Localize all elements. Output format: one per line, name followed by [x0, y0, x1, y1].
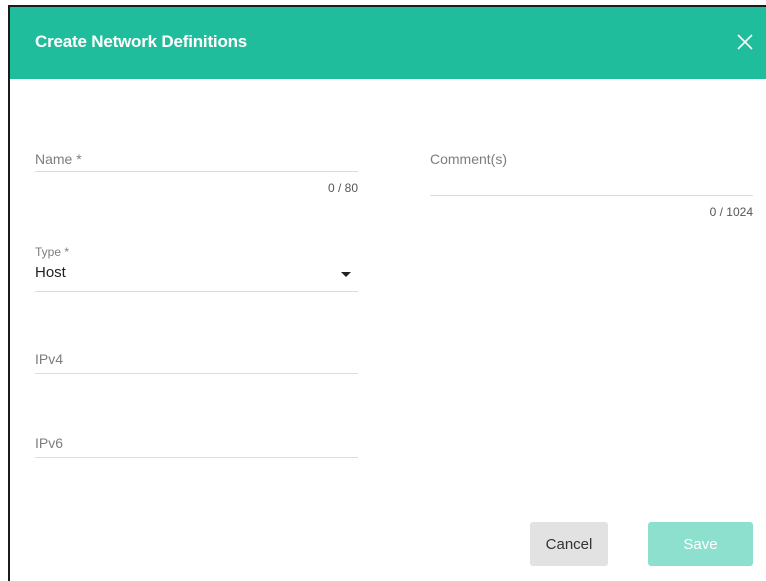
dialog-title: Create Network Definitions — [35, 32, 248, 51]
close-icon — [737, 34, 753, 50]
comments-underline — [430, 195, 753, 196]
cancel-button[interactable]: Cancel — [530, 522, 608, 566]
name-label: Name * — [35, 151, 82, 167]
ipv4-label: IPv4 — [35, 351, 64, 367]
type-select[interactable]: Type * Host — [35, 243, 358, 293]
ipv6-underline — [35, 457, 358, 458]
close-button[interactable] — [730, 27, 760, 57]
caret-down-icon — [341, 272, 351, 277]
ipv6-label: IPv6 — [35, 435, 64, 451]
ipv4-field[interactable]: IPv4 — [35, 345, 358, 377]
comments-label: Comment(s) — [430, 151, 508, 167]
type-underline — [35, 291, 358, 292]
comments-field[interactable]: Comment(s) 0 / 1024 — [430, 145, 753, 220]
name-underline — [35, 171, 358, 172]
save-button[interactable]: Save — [648, 522, 753, 566]
comments-char-counter: 0 / 1024 — [709, 205, 753, 219]
dialog-header: Create Network Definitions — [10, 7, 766, 79]
ipv6-field[interactable]: IPv6 — [35, 429, 358, 461]
type-label: Type * — [35, 245, 70, 259]
create-network-definitions-dialog: Create Network Definitions Name * 0 / 80… — [8, 5, 766, 581]
name-char-counter: 0 / 80 — [327, 181, 358, 195]
type-selected-value: Host — [35, 264, 66, 281]
name-field[interactable]: Name * 0 / 80 — [35, 145, 358, 195]
ipv4-underline — [35, 373, 358, 374]
